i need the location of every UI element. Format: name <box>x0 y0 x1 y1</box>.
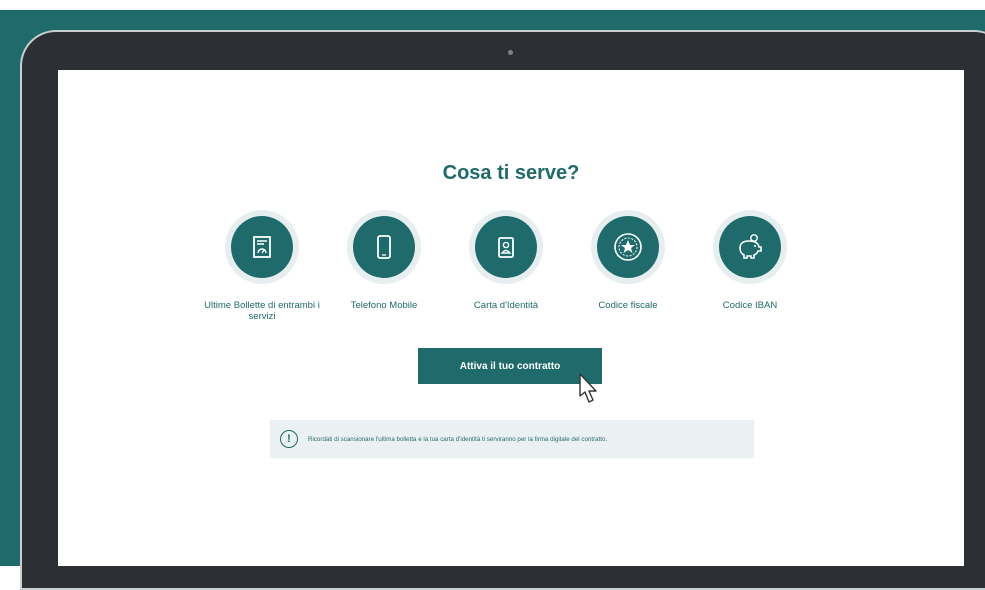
mobile-phone-icon <box>353 216 415 278</box>
requirement-label: Telefono Mobile <box>350 300 418 311</box>
laptop-screen: Cosa ti serve? Ultime Bollette di entram… <box>58 70 964 566</box>
requirement-label: Codice IBAN <box>722 300 778 311</box>
requirement-label: Codice fiscale <box>598 300 658 311</box>
icon-ring <box>347 210 421 284</box>
bill-document-icon <box>231 216 293 278</box>
requirement-label: Ultime Bollette di entrambi i servizi <box>204 300 320 322</box>
icon-ring <box>225 210 299 284</box>
requirement-id-card: Carta d'Identità <box>446 210 566 311</box>
requirement-label: Carta d'Identità <box>473 300 539 311</box>
info-icon: ! <box>280 430 298 448</box>
mouse-cursor-icon <box>579 373 597 403</box>
icon-ring <box>469 210 543 284</box>
camera-dot <box>508 50 513 55</box>
requirement-fiscal-code: Codice fiscale <box>568 210 688 311</box>
id-card-icon <box>475 216 537 278</box>
info-text: Ricordati di scansionare l'ultima bollet… <box>308 435 608 443</box>
icon-ring <box>713 210 787 284</box>
icon-ring <box>591 210 665 284</box>
info-notice: ! Ricordati di scansionare l'ultima boll… <box>270 420 754 458</box>
italian-emblem-icon <box>597 216 659 278</box>
requirement-bills: Ultime Bollette di entrambi i servizi <box>202 210 322 322</box>
top-strip <box>0 0 985 10</box>
requirements-list: Ultime Bollette di entrambi i servizi Te… <box>58 210 964 350</box>
page-title: Cosa ti serve? <box>442 162 580 184</box>
requirement-iban: Codice IBAN <box>690 210 810 311</box>
requirement-mobile: Telefono Mobile <box>324 210 444 311</box>
piggy-bank-icon <box>719 216 781 278</box>
